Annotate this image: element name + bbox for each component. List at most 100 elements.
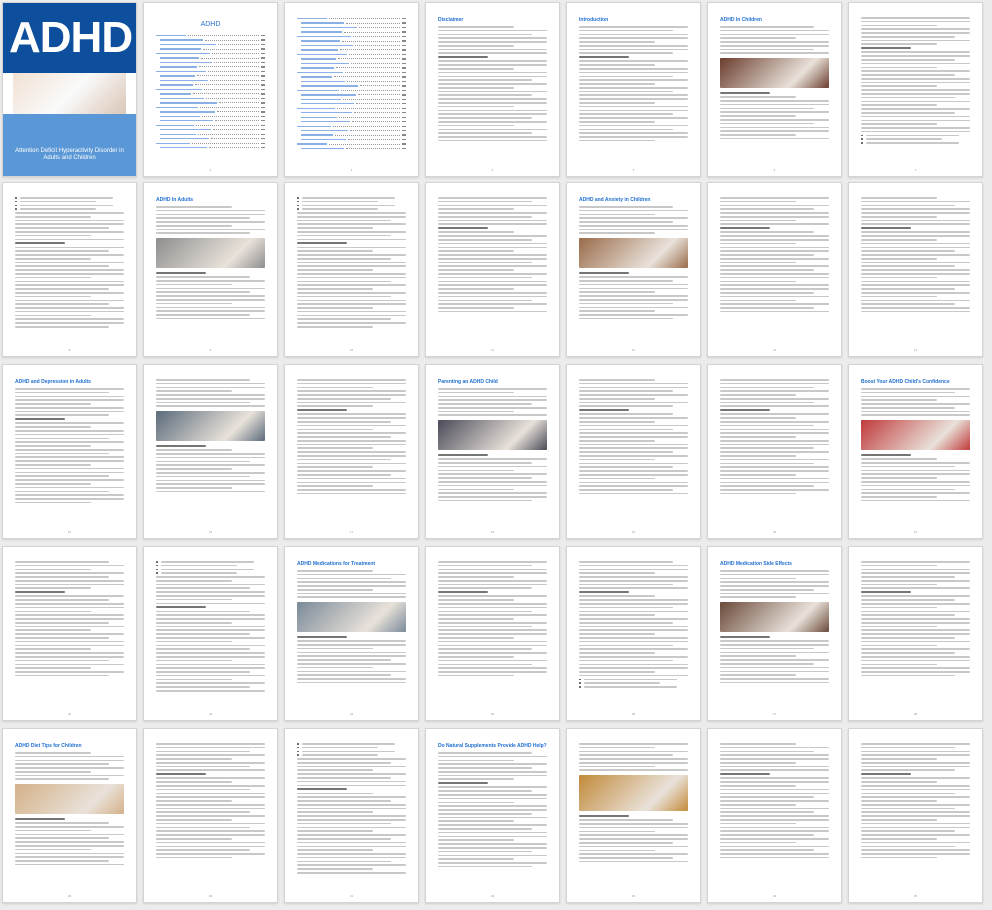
page-thumbnail[interactable]: 13 (707, 182, 842, 357)
text-line (15, 288, 109, 290)
page-thumbnail[interactable]: 23 (143, 546, 278, 721)
toc-entry[interactable] (297, 134, 406, 137)
toc-entry[interactable] (297, 71, 406, 74)
toc-entry[interactable] (156, 97, 265, 100)
page-thumbnail[interactable]: ADHD and Depression in Adults 15 (2, 364, 137, 539)
page-thumbnail[interactable]: ADHD In Children 6 (707, 2, 842, 177)
page-thumbnail[interactable]: 33 (566, 728, 701, 903)
page-thumbnail[interactable]: 7 (848, 2, 983, 177)
toc-entry[interactable] (156, 43, 265, 46)
page-thumbnail[interactable]: 17 (284, 364, 419, 539)
page-thumbnail[interactable]: ADHD and Anxiety in Children 12 (566, 182, 701, 357)
page-thumbnail[interactable]: Do Natural Supplements Provide ADHD Help… (425, 728, 560, 903)
text-line (579, 439, 656, 442)
toc-entry[interactable] (156, 101, 265, 104)
toc-entry[interactable] (156, 52, 265, 55)
text-line (438, 480, 547, 483)
toc-entry[interactable] (297, 57, 406, 60)
toc-entry[interactable] (297, 84, 406, 87)
toc-entry[interactable] (297, 75, 406, 78)
toc-entry[interactable] (297, 48, 406, 51)
toc-entry[interactable] (156, 133, 265, 136)
toc-entry[interactable] (156, 34, 265, 37)
text-line (861, 496, 938, 498)
page-thumbnail[interactable]: ADHD 2 (143, 2, 278, 177)
toc-entry[interactable] (156, 70, 265, 73)
toc-entry[interactable] (297, 66, 406, 69)
page-thumbnail[interactable]: 11 (425, 182, 560, 357)
page-thumbnail[interactable]: 26 (566, 546, 701, 721)
toc-entry[interactable] (156, 142, 265, 145)
toc-entry[interactable] (156, 38, 265, 41)
toc-entry[interactable] (156, 110, 265, 113)
toc-entry[interactable] (156, 92, 265, 95)
page-thumbnail[interactable]: 35 (848, 728, 983, 903)
toc-entry[interactable] (156, 56, 265, 59)
text-line (297, 288, 374, 290)
page-thumbnail[interactable]: 8 (2, 182, 137, 357)
toc-entry[interactable] (156, 115, 265, 118)
toc-entry[interactable] (156, 74, 265, 77)
toc-entry[interactable] (297, 21, 406, 24)
toc-entry[interactable] (297, 98, 406, 101)
toc-entry[interactable] (297, 107, 406, 110)
toc-entry[interactable] (156, 61, 265, 64)
page-thumbnail[interactable]: 3 (284, 2, 419, 177)
toc-entry[interactable] (297, 120, 406, 123)
page-thumbnail[interactable]: 30 (143, 728, 278, 903)
toc-entry[interactable] (297, 17, 406, 20)
toc-entry[interactable] (297, 125, 406, 128)
page-thumbnail[interactable]: 28 (848, 546, 983, 721)
toc-entry[interactable] (297, 39, 406, 42)
toc-entry[interactable] (156, 65, 265, 68)
toc-entry[interactable] (156, 146, 265, 149)
toc-entry[interactable] (297, 26, 406, 29)
toc-entry[interactable] (156, 83, 265, 86)
toc-entry[interactable] (297, 147, 406, 150)
toc-entry[interactable] (156, 119, 265, 122)
toc-entry[interactable] (156, 106, 265, 109)
toc-entry-text (301, 49, 338, 51)
page-thumbnail[interactable]: 19 (566, 364, 701, 539)
page-thumbnail[interactable]: 10 (284, 182, 419, 357)
toc-entry[interactable] (297, 35, 406, 38)
toc-entry[interactable] (297, 44, 406, 47)
page-thumbnail[interactable]: ADHD In Adults 9 (143, 182, 278, 357)
toc-entry[interactable] (156, 88, 265, 91)
toc-entry[interactable] (297, 111, 406, 114)
page-thumbnail[interactable]: Parenting an ADHD Child 18 (425, 364, 560, 539)
toc-entry[interactable] (297, 102, 406, 105)
page-thumbnail[interactable]: Introduction 5 (566, 2, 701, 177)
toc-entry[interactable] (297, 80, 406, 83)
toc-entry[interactable] (156, 128, 265, 131)
page-thumbnail[interactable]: 14 (848, 182, 983, 357)
toc-entry[interactable] (297, 143, 406, 146)
toc-entry[interactable] (297, 138, 406, 141)
page-thumbnail[interactable]: Disclaimer 4 (425, 2, 560, 177)
toc-entry[interactable] (156, 47, 265, 50)
page-thumbnail[interactable]: 20 (707, 364, 842, 539)
page-number: 9 (209, 348, 212, 352)
page-thumbnail[interactable]: 34 (707, 728, 842, 903)
toc-entry[interactable] (297, 62, 406, 65)
page-thumbnail[interactable]: 16 (143, 364, 278, 539)
page-thumbnail[interactable]: ADHD Medications for Treatment 24 (284, 546, 419, 721)
toc-entry[interactable] (297, 93, 406, 96)
cover-page-thumbnail[interactable]: ADHD Attention Deficit Hyperactivity Diso… (2, 2, 137, 177)
page-thumbnail[interactable]: ADHD Diet Tips for Children 29 (2, 728, 137, 903)
page-thumbnail[interactable]: Boost Your ADHD Child's Confidence 21 (848, 364, 983, 539)
page-thumbnail[interactable]: 25 (425, 546, 560, 721)
text-line (720, 432, 829, 434)
toc-entry[interactable] (297, 89, 406, 92)
toc-entry[interactable] (297, 116, 406, 119)
toc-entry[interactable] (297, 53, 406, 56)
toc-entry[interactable] (297, 129, 406, 132)
toc-entry[interactable] (156, 79, 265, 82)
page-thumbnail[interactable]: ADHD Medication Side Effects 27 (707, 546, 842, 721)
page-thumbnail[interactable]: 22 (2, 546, 137, 721)
toc-entry[interactable] (297, 30, 406, 33)
text-line (438, 52, 547, 55)
page-thumbnail[interactable]: 31 (284, 728, 419, 903)
toc-entry[interactable] (156, 124, 265, 127)
toc-entry[interactable] (156, 137, 265, 140)
